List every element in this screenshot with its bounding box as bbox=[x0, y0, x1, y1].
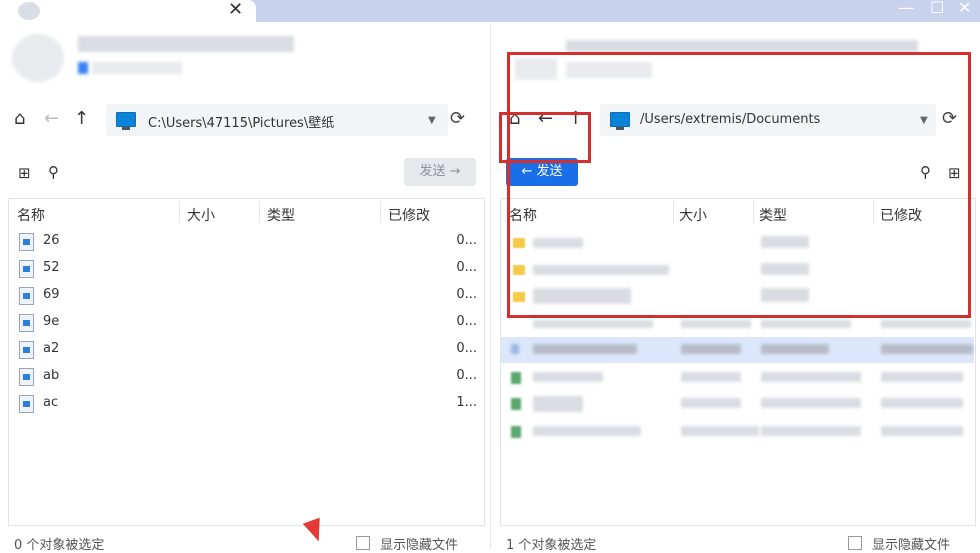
table-row[interactable]: 9e 0... bbox=[9, 309, 483, 336]
table-row[interactable]: ac 1... bbox=[9, 390, 483, 417]
redacted-text bbox=[533, 372, 603, 382]
redacted-text bbox=[761, 344, 829, 354]
annotation-box-remote-panel bbox=[507, 52, 971, 318]
file-modified: 0... bbox=[456, 341, 477, 356]
spreadsheet-file-icon bbox=[511, 372, 521, 384]
redacted-text bbox=[533, 344, 637, 354]
file-name: 9e bbox=[43, 314, 60, 329]
left-col-separator[interactable] bbox=[179, 201, 180, 223]
table-row[interactable]: 69 0... bbox=[9, 282, 483, 309]
app-tab[interactable]: ✕ bbox=[0, 0, 256, 24]
redacted-text bbox=[761, 320, 851, 328]
redacted-text bbox=[881, 398, 963, 408]
file-modified: 0... bbox=[456, 233, 477, 248]
left-path-dropdown-icon[interactable]: ▼ bbox=[428, 115, 436, 126]
right-device-name-redacted bbox=[566, 40, 918, 52]
left-device-name-redacted bbox=[78, 36, 294, 52]
left-refresh-icon[interactable]: ⟳ bbox=[450, 108, 465, 129]
tab-close-icon[interactable]: ✕ bbox=[228, 0, 243, 20]
left-file-table: 名称 大小 类型 已修改 26 0... 52 0... 69 0... 9e … bbox=[8, 198, 485, 526]
left-computer-icon bbox=[116, 112, 136, 127]
file-name: ac bbox=[43, 395, 59, 410]
table-row[interactable]: a2 0... bbox=[9, 336, 483, 363]
left-col-size[interactable]: 大小 bbox=[187, 205, 215, 225]
left-up-icon[interactable]: ↑ bbox=[74, 108, 89, 129]
redacted-text bbox=[533, 320, 653, 328]
left-col-separator[interactable] bbox=[380, 201, 381, 223]
redacted-text bbox=[881, 372, 963, 382]
image-file-icon bbox=[19, 233, 34, 251]
redacted-text bbox=[761, 398, 861, 408]
left-col-separator[interactable] bbox=[259, 201, 260, 223]
image-file-icon bbox=[19, 395, 34, 413]
file-modified: 0... bbox=[456, 314, 477, 329]
left-col-type[interactable]: 类型 bbox=[267, 205, 295, 225]
redacted-text bbox=[533, 426, 641, 436]
right-show-hidden-label[interactable]: 显示隐藏文件 bbox=[872, 534, 950, 553]
left-col-modified[interactable]: 已修改 bbox=[388, 205, 430, 225]
spreadsheet-file-icon bbox=[511, 426, 521, 438]
redacted-text bbox=[881, 320, 971, 328]
redacted-text bbox=[681, 320, 751, 328]
image-file-icon bbox=[19, 287, 34, 305]
close-window-button[interactable]: ✕ bbox=[958, 0, 971, 17]
left-path-text: C:\Users\47115\Pictures\壁纸 bbox=[148, 116, 335, 131]
left-device-subtitle-redacted bbox=[92, 62, 182, 74]
table-row[interactable]: ab 0... bbox=[9, 363, 483, 390]
maximize-button[interactable]: ☐ bbox=[930, 0, 944, 17]
annotation-box-nav-buttons bbox=[499, 112, 591, 163]
redacted-text bbox=[533, 396, 583, 412]
left-selection-status: 0 个对象被选定 bbox=[14, 538, 105, 553]
left-device-badge-icon bbox=[78, 62, 88, 74]
left-path-bar[interactable]: C:\Users\47115\Pictures\壁纸 ▼ bbox=[106, 104, 448, 136]
left-new-folder-icon[interactable]: ⊞ bbox=[18, 164, 31, 182]
redacted-text bbox=[681, 398, 741, 408]
file-modified: 0... bbox=[456, 368, 477, 383]
redacted-text bbox=[881, 344, 973, 354]
left-device-avatar bbox=[12, 34, 64, 82]
table-row[interactable]: 26 0... bbox=[9, 228, 483, 255]
left-search-icon[interactable]: ⚲ bbox=[48, 163, 59, 181]
redacted-text bbox=[681, 344, 741, 354]
left-home-icon[interactable]: ⌂ bbox=[14, 108, 25, 129]
file-icon bbox=[511, 344, 519, 354]
spreadsheet-file-icon bbox=[511, 398, 521, 410]
redacted-text bbox=[761, 372, 861, 382]
left-computer-stand bbox=[122, 127, 130, 130]
left-show-hidden-label[interactable]: 显示隐藏文件 bbox=[380, 534, 458, 553]
file-name: 69 bbox=[43, 287, 60, 302]
file-name: ab bbox=[43, 368, 60, 383]
file-name: 26 bbox=[43, 233, 60, 248]
image-file-icon bbox=[19, 368, 34, 386]
file-modified: 0... bbox=[456, 287, 477, 302]
left-send-button[interactable]: 发送 → bbox=[404, 158, 476, 186]
redacted-text bbox=[681, 426, 759, 436]
redacted-text bbox=[681, 372, 741, 382]
left-col-name[interactable]: 名称 bbox=[17, 205, 45, 225]
app-logo-icon bbox=[18, 2, 40, 20]
left-back-icon[interactable]: ← bbox=[44, 108, 59, 129]
left-show-hidden-checkbox[interactable] bbox=[356, 536, 370, 550]
right-show-hidden-checkbox[interactable] bbox=[848, 536, 862, 550]
file-name: a2 bbox=[43, 341, 60, 356]
redacted-text bbox=[881, 426, 963, 436]
redacted-text bbox=[761, 426, 861, 436]
file-name: 52 bbox=[43, 260, 60, 275]
table-row[interactable]: 52 0... bbox=[9, 255, 483, 282]
right-selection-status: 1 个对象被选定 bbox=[506, 538, 597, 553]
image-file-icon bbox=[19, 314, 34, 332]
minimize-button[interactable]: — bbox=[898, 0, 914, 17]
image-file-icon bbox=[19, 341, 34, 359]
image-file-icon bbox=[19, 260, 34, 278]
file-modified: 1... bbox=[456, 395, 477, 410]
panel-divider bbox=[490, 24, 491, 549]
file-modified: 0... bbox=[456, 260, 477, 275]
